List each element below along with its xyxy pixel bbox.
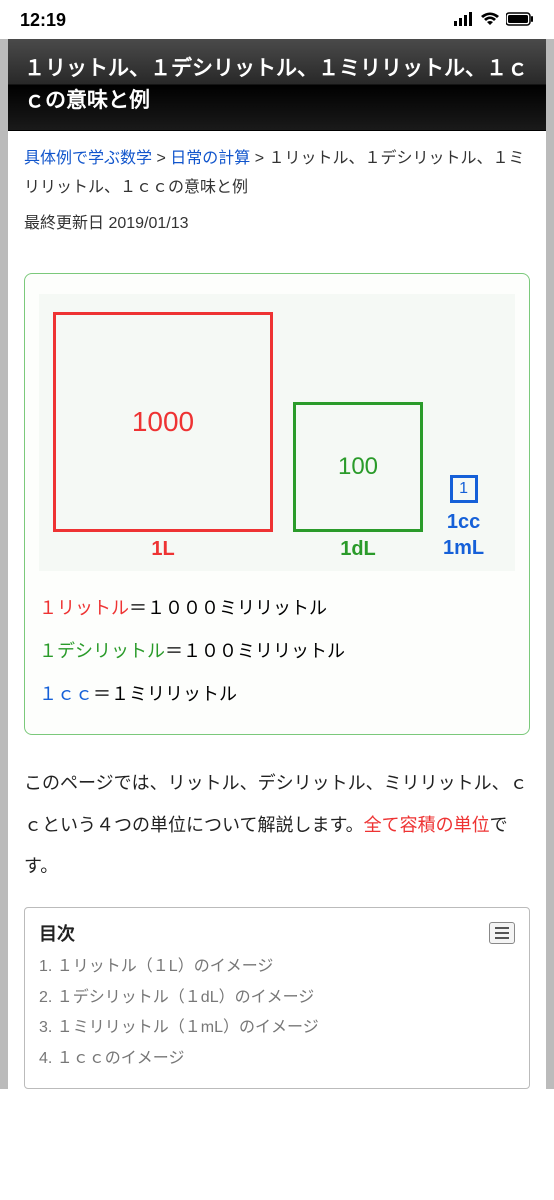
battery-icon — [506, 10, 534, 31]
toc-item[interactable]: 4. １ｃｃのイメージ — [39, 1044, 515, 1074]
cc-value: 1 — [459, 480, 468, 498]
deciliter-square: 100 — [293, 402, 423, 532]
cc-label: 1cc 1mL — [443, 509, 484, 561]
deciliter-value: 100 — [338, 453, 378, 481]
liter-value: 1000 — [132, 406, 194, 438]
status-bar: 12:19 — [0, 0, 554, 39]
intro-highlight: 全て容積の単位 — [364, 815, 490, 835]
last-updated: 最終更新日 2019/01/13 — [8, 209, 546, 249]
equation-liter: １リットル＝１０００ミリリットル — [39, 587, 515, 630]
liter-column: 1000 1L — [53, 312, 273, 561]
liter-square: 1000 — [53, 312, 273, 532]
table-of-contents: 目次 1. １リットル（１L）のイメージ 2. １デシリットル（１dL）のイメー… — [24, 907, 530, 1089]
liter-label: 1L — [151, 538, 174, 561]
equation-deciliter: １デシリットル＝１００ミリリットル — [39, 630, 515, 673]
breadcrumb-sep: > — [250, 150, 268, 167]
breadcrumb: 具体例で学ぶ数学 > 日常の計算 > １リットル、１デシリットル、１ミリリットル… — [8, 131, 546, 209]
diagram-box: 1000 1L 100 1dL 1 — [24, 273, 530, 736]
equation-list: １リットル＝１０００ミリリットル １デシリットル＝１００ミリリットル １ｃｃ＝１… — [39, 587, 515, 717]
page-container: １リットル、１デシリットル、１ミリリットル、１ｃｃの意味と例 具体例で学ぶ数学 … — [0, 39, 554, 1089]
status-indicators — [454, 10, 534, 31]
breadcrumb-sep: > — [152, 150, 170, 167]
toc-toggle-button[interactable] — [489, 922, 515, 944]
signal-icon — [454, 10, 474, 31]
status-time: 12:19 — [20, 10, 66, 31]
deciliter-column: 100 1dL — [293, 402, 423, 561]
toc-item[interactable]: 1. １リットル（１L）のイメージ — [39, 952, 515, 982]
toc-title: 目次 — [39, 920, 75, 946]
updated-label: 最終更新日 — [24, 215, 108, 232]
breadcrumb-link-category[interactable]: 日常の計算 — [170, 150, 250, 167]
intro-paragraph: このページでは、リットル、デシリットル、ミリリットル、ｃｃという４つの単位につい… — [24, 735, 530, 907]
updated-date: 2019/01/13 — [108, 215, 188, 232]
cc-column: 1 1cc 1mL — [443, 475, 484, 561]
deciliter-label: 1dL — [340, 538, 376, 561]
page-title: １リットル、１デシリットル、１ミリリットル、１ｃｃの意味と例 — [8, 39, 546, 131]
equation-cc: １ｃｃ＝１ミリリットル — [39, 673, 515, 716]
breadcrumb-link-home[interactable]: 具体例で学ぶ数学 — [24, 150, 152, 167]
toc-list: 1. １リットル（１L）のイメージ 2. １デシリットル（１dL）のイメージ 3… — [39, 952, 515, 1074]
page-title-text: １リットル、１デシリットル、１ミリリットル、１ｃｃの意味と例 — [24, 57, 528, 112]
cc-square: 1 — [450, 475, 478, 503]
toc-item[interactable]: 2. １デシリットル（１dL）のイメージ — [39, 983, 515, 1013]
wifi-icon — [480, 10, 500, 31]
toc-item[interactable]: 3. １ミリリットル（１mL）のイメージ — [39, 1013, 515, 1043]
diagram-area: 1000 1L 100 1dL 1 — [39, 294, 515, 571]
